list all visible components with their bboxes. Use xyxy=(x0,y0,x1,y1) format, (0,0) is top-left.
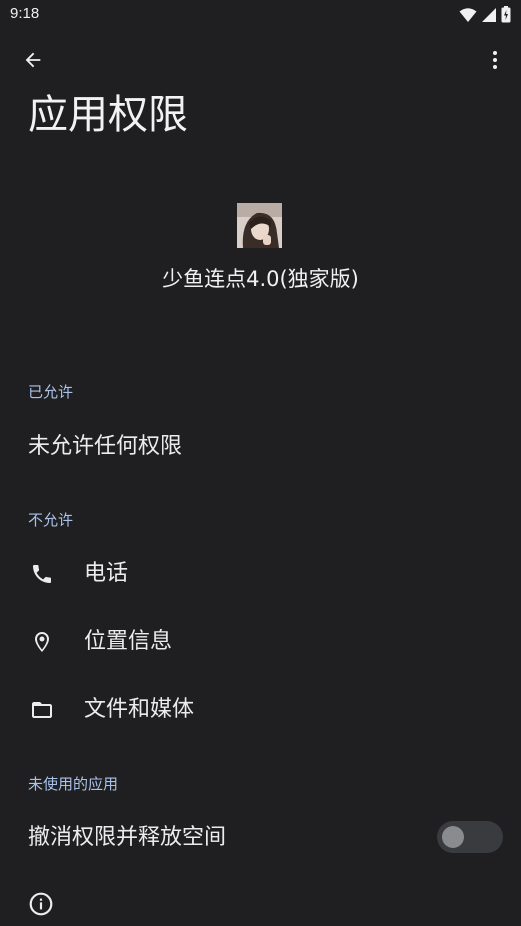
status-bar: 9:18 xyxy=(0,0,521,30)
signal-icon xyxy=(482,7,496,22)
section-header-unused: 未使用的应用 xyxy=(28,775,119,793)
status-icons xyxy=(459,6,511,23)
app-name: 少鱼连点4.0(独家版) xyxy=(162,267,359,291)
app-icon xyxy=(237,203,282,248)
arrow-left-icon xyxy=(25,52,41,68)
more-options-button[interactable] xyxy=(475,40,515,80)
section-header-allowed: 已允许 xyxy=(28,383,74,401)
permission-label-phone: 电话 xyxy=(84,561,129,586)
section-header-denied: 不允许 xyxy=(28,511,74,529)
toggle-knob xyxy=(442,826,464,848)
no-permissions-allowed-text: 未允许任何权限 xyxy=(28,434,183,459)
back-button[interactable] xyxy=(13,40,53,80)
revoke-permissions-label: 撤消权限并释放空间 xyxy=(28,825,227,850)
phone-icon xyxy=(28,560,56,588)
permission-row-phone[interactable]: 电话 xyxy=(0,542,521,606)
permission-row-location[interactable]: 位置信息 xyxy=(0,610,521,674)
permission-label-location: 位置信息 xyxy=(84,629,173,654)
folder-icon xyxy=(28,696,56,724)
status-time: 9:18 xyxy=(10,5,40,22)
wifi-icon xyxy=(459,7,477,22)
page-title: 应用权限 xyxy=(28,92,188,138)
revoke-permissions-toggle[interactable] xyxy=(437,821,503,853)
more-vert-icon xyxy=(493,51,497,69)
permission-label-files-media: 文件和媒体 xyxy=(84,697,195,722)
info-icon xyxy=(28,891,54,917)
permission-row-files-media[interactable]: 文件和媒体 xyxy=(0,678,521,742)
battery-icon xyxy=(501,6,511,23)
location-pin-icon xyxy=(28,628,56,656)
